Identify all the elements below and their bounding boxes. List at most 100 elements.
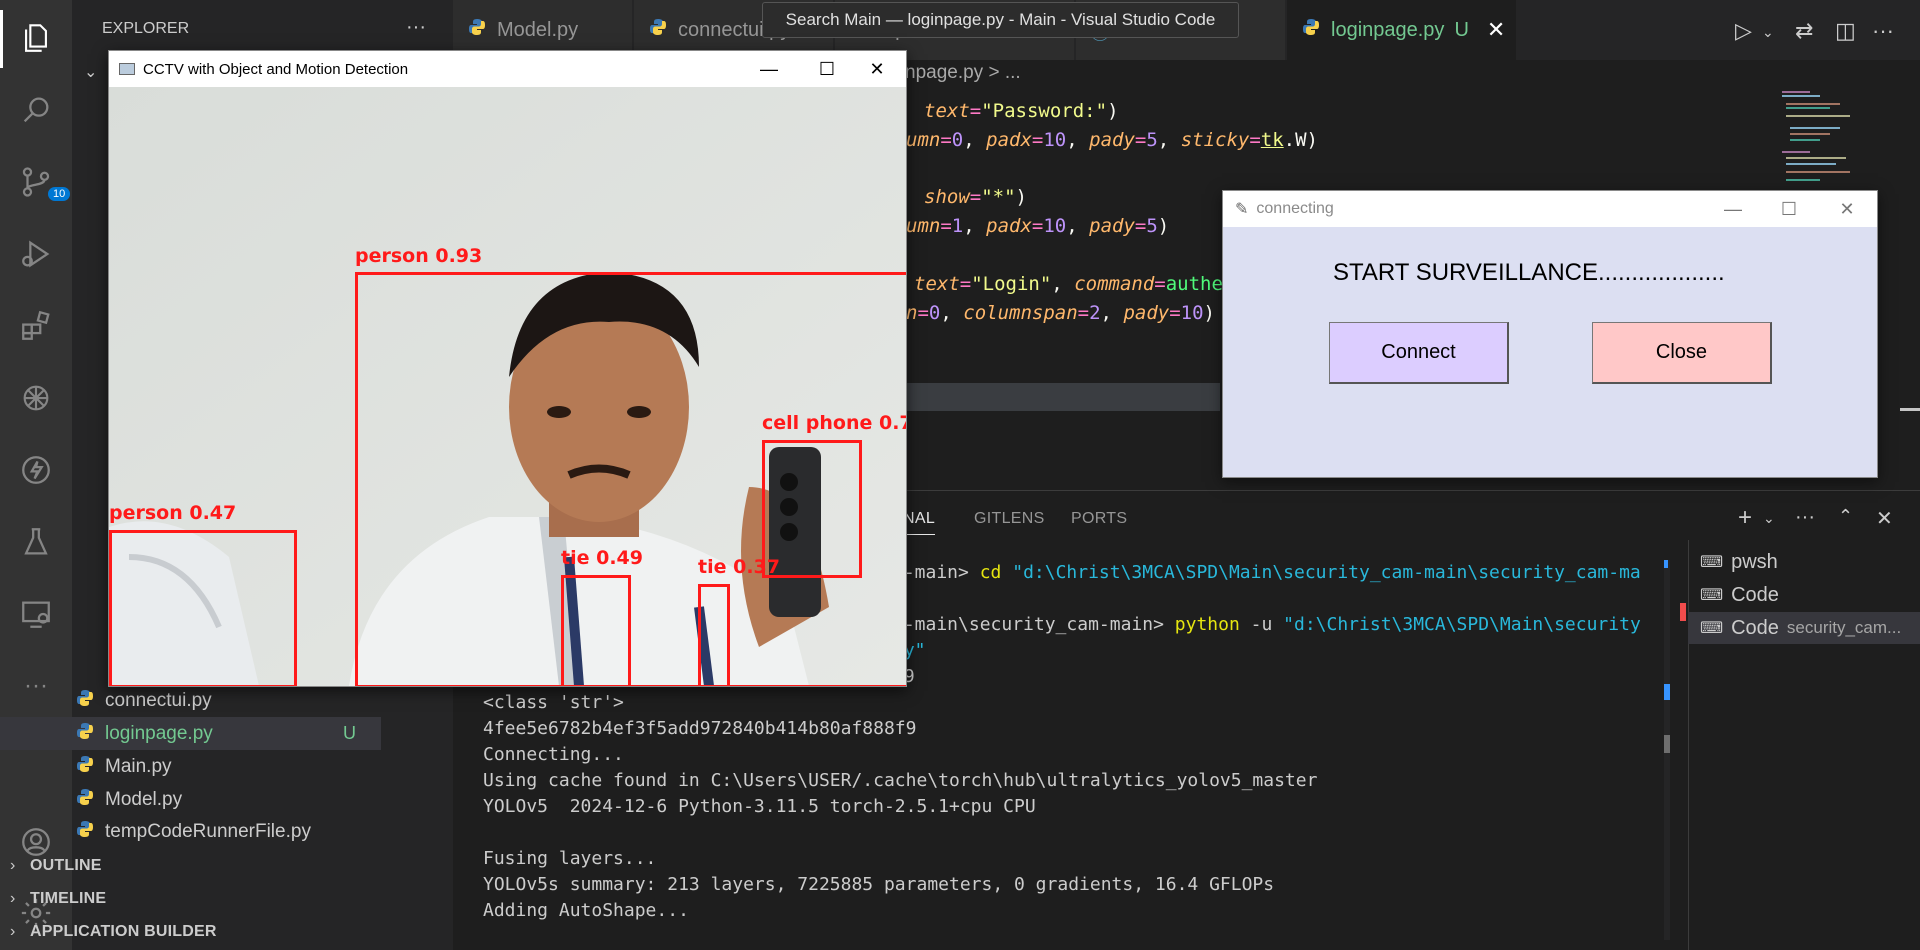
panel-more-icon[interactable]: ··· bbox=[1795, 506, 1815, 529]
terminal-line: Connecting... bbox=[483, 744, 624, 765]
connecting-window-title: connecting bbox=[1256, 200, 1334, 217]
chevron-down-icon[interactable]: ⌄ bbox=[1762, 24, 1774, 41]
code-line: umn=0, padx=10, pady=5, sticky=tk.W) bbox=[906, 129, 1318, 151]
maximize-icon[interactable]: ☐ bbox=[1761, 191, 1817, 227]
terminal-line: YOLOv5s summary: 213 layers, 7225885 par… bbox=[483, 874, 1275, 895]
close-icon[interactable]: ✕ bbox=[848, 51, 906, 87]
surveillance-heading: START SURVEILLANCE................... bbox=[1333, 259, 1725, 286]
code-line: n=0, columnspan=2, pady=10) bbox=[906, 302, 1215, 324]
terminal-line: n-main\security_cam-main> python -u "d:\… bbox=[893, 614, 1641, 635]
terminal-item-code[interactable]: ⌨ Code bbox=[1688, 579, 1920, 611]
file-item[interactable]: tempCodeRunnerFile.py bbox=[0, 815, 381, 848]
close-button[interactable]: Close bbox=[1592, 322, 1772, 384]
cctv-window[interactable]: CCTV with Object and Motion Detection — … bbox=[108, 50, 907, 687]
extensions-icon[interactable] bbox=[16, 306, 56, 346]
code-line: text="Password:") bbox=[924, 100, 1119, 122]
cctv-window-title: CCTV with Object and Motion Detection bbox=[143, 60, 409, 78]
terminal-line: Adding AutoShape... bbox=[483, 900, 689, 921]
close-panel-icon[interactable]: ✕ bbox=[1876, 506, 1893, 531]
file-item-selected[interactable]: loginpage.py U bbox=[0, 717, 381, 750]
more-actions-icon[interactable]: ··· bbox=[1872, 18, 1894, 44]
python-file-icon bbox=[648, 17, 668, 43]
python-file-icon bbox=[1301, 17, 1321, 43]
code-line: text="Login", command=authe bbox=[914, 273, 1223, 295]
connecting-titlebar[interactable]: ✎ connecting — ☐ ✕ bbox=[1223, 191, 1877, 227]
detection-label: person 0.93 bbox=[355, 245, 483, 267]
app-icon bbox=[119, 63, 135, 75]
python-file-icon bbox=[467, 17, 487, 43]
file-name: loginpage.py bbox=[105, 722, 213, 744]
connect-button[interactable]: Connect bbox=[1329, 322, 1509, 384]
feather-icon: ✎ bbox=[1235, 201, 1249, 218]
compare-icon[interactable]: ⇄ bbox=[1795, 18, 1813, 44]
code-line: umn=1, padx=10, pady=5) bbox=[906, 215, 1170, 237]
section-label: TIMELINE bbox=[30, 890, 107, 907]
breadcrumb[interactable]: npage.py > ... bbox=[905, 62, 1021, 84]
connecting-window[interactable]: ✎ connecting — ☐ ✕ START SURVEILLANCE...… bbox=[1222, 190, 1878, 478]
terminal-line: 4fee5e6782b4ef3f5add972840b414b80af888f9 bbox=[483, 718, 917, 739]
file-name: Main.py bbox=[105, 755, 172, 777]
run-icon[interactable]: ▷ bbox=[1735, 18, 1752, 44]
scroll-marker bbox=[1664, 735, 1670, 753]
python-file-icon bbox=[75, 754, 95, 780]
chevron-right-icon: › bbox=[10, 923, 16, 940]
terminal-line: n-main> cd "d:\Christ\3MCA\SPD\Main\secu… bbox=[893, 562, 1641, 583]
tab-ports[interactable]: PORTS bbox=[1071, 510, 1127, 528]
tab-loginpage[interactable]: loginpage.py U ✕ bbox=[1287, 0, 1517, 60]
terminal-icon: ⌨ bbox=[1700, 587, 1724, 604]
terminal-line: Using cache found in C:\Users\USER/.cach… bbox=[483, 770, 1318, 791]
terminal-icon: ⌨ bbox=[1700, 620, 1724, 637]
scroll-marker bbox=[1664, 684, 1670, 700]
detection-label: cell phone 0.79 bbox=[762, 412, 906, 434]
code-line: show="*") bbox=[924, 186, 1027, 208]
tab-terminal[interactable]: NAL bbox=[903, 510, 936, 535]
section-application-builder[interactable]: › APPLICATION BUILDER bbox=[0, 916, 381, 948]
section-label: APPLICATION BUILDER bbox=[30, 923, 217, 940]
detection-box-tie bbox=[698, 584, 730, 686]
python-file-icon bbox=[75, 688, 95, 714]
detection-label: tie 0.49 bbox=[561, 547, 643, 569]
explorer-more-icon[interactable]: ··· bbox=[406, 16, 426, 39]
remote-explorer-icon[interactable] bbox=[16, 594, 56, 634]
file-item[interactable]: Model.py bbox=[0, 783, 381, 816]
file-name: connectui.py bbox=[105, 689, 212, 711]
run-debug-icon[interactable] bbox=[16, 234, 56, 274]
minimize-icon[interactable]: — bbox=[740, 51, 798, 87]
terminal-item-code-selected[interactable]: ⌨ Code security_cam... bbox=[1688, 612, 1920, 644]
new-terminal-icon[interactable]: + bbox=[1738, 504, 1752, 532]
maximize-panel-icon[interactable]: ⌃ bbox=[1838, 506, 1853, 527]
openai-chat-icon[interactable] bbox=[16, 378, 56, 418]
minimize-icon[interactable]: — bbox=[1705, 191, 1761, 227]
chevron-down-icon[interactable]: ⌄ bbox=[1763, 510, 1775, 527]
tab-label: Model.py bbox=[497, 18, 579, 41]
terminal-item-pwsh[interactable]: ⌨ pwsh bbox=[1688, 546, 1920, 578]
section-timeline[interactable]: › TIMELINE bbox=[0, 883, 381, 915]
file-item[interactable]: connectui.py bbox=[0, 684, 381, 717]
python-file-icon bbox=[75, 787, 95, 813]
tab-gitlens[interactable]: GITLENS bbox=[974, 510, 1045, 528]
tab-label: loginpage.py bbox=[1331, 18, 1445, 41]
terminal-line: <class 'str'> bbox=[483, 692, 624, 713]
section-label: OUTLINE bbox=[30, 857, 102, 874]
detection-label: tie 0.37 bbox=[698, 556, 780, 578]
cctv-titlebar[interactable]: CCTV with Object and Motion Detection — … bbox=[109, 51, 906, 87]
close-tab-icon[interactable]: ✕ bbox=[1487, 17, 1505, 43]
scroll-indicator bbox=[1900, 408, 1920, 411]
close-icon[interactable]: ✕ bbox=[1819, 191, 1875, 227]
source-control-icon[interactable]: 10 bbox=[16, 162, 71, 202]
chevron-down-icon[interactable]: ⌄ bbox=[84, 62, 97, 82]
search-icon[interactable] bbox=[16, 90, 56, 130]
file-name: tempCodeRunnerFile.py bbox=[105, 820, 311, 842]
detection-label: person 0.47 bbox=[109, 502, 237, 524]
minimap[interactable] bbox=[1780, 88, 1860, 198]
detection-box-tie bbox=[561, 575, 631, 686]
scroll-marker bbox=[1680, 603, 1686, 621]
section-outline[interactable]: › OUTLINE bbox=[0, 850, 381, 882]
chevron-right-icon: › bbox=[10, 857, 16, 874]
scm-badge: 10 bbox=[48, 187, 71, 201]
split-editor-icon[interactable]: ◫ bbox=[1835, 18, 1856, 44]
explorer-icon[interactable] bbox=[16, 18, 56, 58]
testing-flask-icon[interactable] bbox=[16, 522, 56, 562]
file-item[interactable]: Main.py bbox=[0, 750, 381, 783]
lightning-icon[interactable] bbox=[16, 450, 56, 490]
